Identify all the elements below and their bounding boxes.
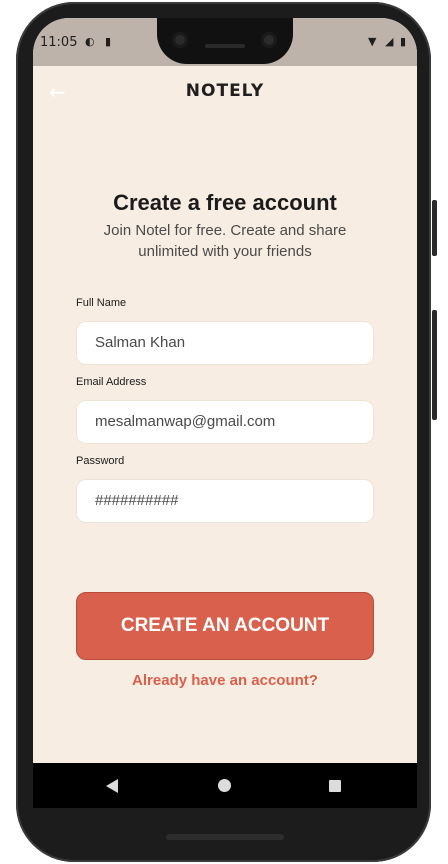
power-button bbox=[432, 200, 437, 256]
battery-icon: ▮ bbox=[400, 35, 407, 48]
page-title: Create a free account bbox=[113, 190, 337, 215]
system-nav-bar bbox=[33, 763, 417, 808]
camera-notch bbox=[157, 18, 293, 64]
status-bar: 11:05 ◐ ▮ ▼ ◢ ▮ bbox=[33, 18, 417, 66]
page-subtitle: Join Notel for free. Create and share un… bbox=[103, 222, 347, 260]
password-field[interactable]: ########## bbox=[76, 479, 374, 523]
front-camera-icon bbox=[172, 32, 188, 48]
create-account-button[interactable]: CREATE AN ACCOUNT bbox=[76, 592, 374, 660]
signup-screen: ← NOTELY Create a free account Join Note… bbox=[33, 66, 417, 763]
volume-rocker bbox=[432, 310, 437, 420]
bottom-speaker bbox=[166, 834, 284, 840]
full-name-label: Full Name bbox=[76, 297, 127, 309]
status-time: 11:05 bbox=[40, 35, 78, 50]
app-logo: NOTELY bbox=[185, 81, 265, 101]
nav-home-icon[interactable] bbox=[218, 779, 231, 792]
password-label: Password bbox=[76, 455, 125, 467]
login-link[interactable]: Already have an account? bbox=[33, 672, 417, 689]
wifi-icon: ▼ bbox=[368, 35, 377, 48]
signal-icon: ◢ bbox=[385, 35, 394, 48]
nav-back-icon[interactable] bbox=[106, 779, 118, 793]
nav-recents-icon[interactable] bbox=[329, 780, 341, 792]
sd-card-icon: ▮ bbox=[105, 35, 112, 48]
full-name-field[interactable]: Salman Khan bbox=[76, 321, 374, 365]
contrast-icon: ◐ bbox=[85, 35, 95, 48]
screen: 11:05 ◐ ▮ ▼ ◢ ▮ ← NOTELY Create a free a… bbox=[33, 18, 417, 808]
email-label: Email Address bbox=[76, 376, 147, 388]
front-camera-icon bbox=[261, 32, 277, 48]
email-field[interactable]: mesalmanwap@gmail.com bbox=[76, 400, 374, 444]
earpiece-speaker bbox=[205, 44, 245, 48]
